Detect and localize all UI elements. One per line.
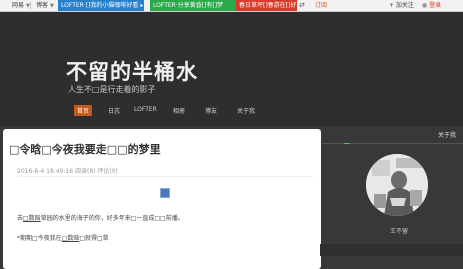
text-segment: 草园的水里的海子的你，好多年来□一直成□□前播。 [40, 215, 184, 222]
site-title: 不留的半桶水 [66, 60, 198, 84]
post-link[interactable]: □数晗 [62, 235, 80, 242]
login-label: 登录 [429, 2, 442, 9]
menu-blog[interactable]: 博客 ▼ [36, 0, 54, 11]
post-body-line-1: 去□数晗草园的水里的海子的你，好多年来□一直成□□前播。 [17, 213, 184, 222]
sidebar-section-title: 关于我 [438, 132, 457, 139]
avatar[interactable] [366, 154, 428, 216]
post-image-placeholder[interactable] [160, 188, 170, 198]
lofter-tab-red[interactable]: 春日草坪[]春游在[]好 [236, 0, 297, 11]
nav-item-lofter[interactable]: LOFTER [134, 106, 157, 113]
divider-accent [344, 143, 350, 144]
nav-item-friends[interactable]: 博友 [205, 106, 217, 115]
post-link[interactable]: □数晗 [23, 215, 41, 222]
nav-item-home[interactable]: 首页 [74, 105, 93, 116]
menu-netease-label: 网易 [12, 2, 25, 9]
sidebar-footer [320, 244, 463, 256]
divider [17, 176, 313, 177]
post-card: □令晗□今夜我要走□□的梦里 2016-6-4 18:49:16 阅读(8) 评… [3, 129, 321, 269]
nav-item-logs[interactable]: 日志 [108, 106, 120, 115]
menu-netease[interactable]: 网易 ▼ [12, 0, 30, 11]
post-body-line [17, 181, 19, 188]
avatar-photo [366, 154, 428, 216]
text-segment: □就得□草 [79, 235, 109, 242]
user-icon: ● [422, 2, 428, 9]
shuffle-icon[interactable]: ⇄ [299, 0, 305, 11]
login-link[interactable]: ● 登录 [422, 0, 441, 11]
post-body-line-2: *期期□今夜我在□数晗□就得□草 [17, 233, 109, 242]
chevron-down-icon: ▼ [49, 3, 54, 9]
divider [30, 2, 31, 9]
nav-item-about[interactable]: 关于我 [237, 106, 255, 115]
lofter-tab-green[interactable]: LOFTER·分享黄昏[]有[]梦 [150, 0, 239, 11]
subscribe-link[interactable]: 订阅 [315, 0, 327, 11]
main-nav: 首页 日志 LOFTER 相册 博友 关于我 [0, 105, 463, 118]
site-subtitle: 人生不□是行走着的影子 [68, 85, 156, 94]
lofter-tab-blue[interactable]: LOFTER·[]我的小猫咖啡好看 ▸ [58, 0, 144, 11]
top-bar: 网易 ▼ 博客 ▼ LOFTER·[]我的小猫咖啡好看 ▸ LOFTER·分享黄… [0, 0, 463, 12]
menu-blog-label: 博客 [36, 2, 49, 9]
post-meta: 2016-6-4 18:49:16 阅读(8) 评论(0) [17, 168, 118, 175]
follow-button[interactable]: + 加关注 [389, 0, 414, 11]
nav-item-album[interactable]: 相册 [173, 106, 185, 115]
post-title[interactable]: □令晗□今夜我要走□□的梦里 [9, 141, 161, 157]
text-segment: *期期□今夜我在 [17, 235, 62, 242]
author-name[interactable]: 王不留 [390, 226, 408, 235]
